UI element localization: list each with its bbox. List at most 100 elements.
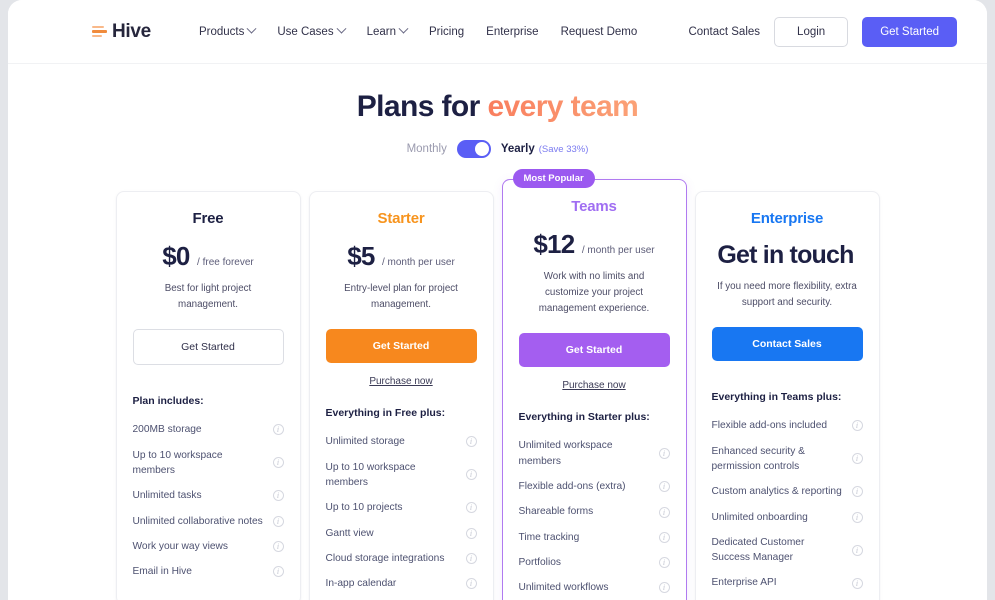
purchase-now-link[interactable]: Purchase now (519, 380, 670, 391)
plan-price: Get in touch (712, 241, 863, 270)
nav-item-label: Use Cases (277, 25, 334, 38)
feature-label: Unlimited onboarding (711, 511, 808, 523)
info-icon[interactable]: i (465, 436, 477, 448)
info-icon[interactable]: i (465, 578, 477, 590)
plan-price: $12 / month per user (519, 229, 670, 260)
info-icon[interactable]: i (851, 544, 863, 556)
info-icon[interactable]: i (272, 490, 284, 502)
info-icon[interactable]: i (272, 457, 284, 469)
feature-item: Custom analytics & reporting i (712, 479, 863, 504)
feature-label: Gantt view (325, 527, 374, 539)
hive-logo[interactable]: Hive (92, 21, 151, 43)
feature-item: Enhanced security & permission controls … (712, 439, 863, 480)
feature-label: Unlimited collaborative notes (132, 515, 263, 527)
nav-item-label: Products (198, 25, 245, 38)
feature-label: Unlimited workspace members (518, 440, 613, 467)
plan-price: $5 / month per user (326, 241, 477, 272)
info-icon[interactable]: i (851, 486, 863, 498)
feature-label: Custom analytics & reporting (711, 486, 842, 498)
plan-cta-button[interactable]: Contact Sales (711, 327, 863, 362)
feature-label: Unlimited tasks (132, 490, 202, 502)
nav-item-pricing[interactable]: Pricing (429, 26, 464, 38)
feature-item: Dedicated Customer Success Manager i (712, 530, 863, 571)
nav-item-request-demo[interactable]: Request Demo (561, 26, 638, 38)
feature-label: Work your way views (132, 540, 228, 552)
info-icon[interactable]: i (658, 481, 670, 493)
info-icon[interactable]: i (465, 552, 477, 564)
nav-item-enterprise[interactable]: Enterprise (486, 26, 538, 38)
billing-monthly-label[interactable]: Monthly (407, 143, 447, 155)
plan-name: Teams (571, 198, 617, 215)
plan-features-list: Unlimited workspace members i Flexible a… (519, 433, 670, 600)
billing-yearly-label[interactable]: Yearly (501, 143, 535, 155)
nav-item-label: Learn (366, 25, 396, 38)
info-icon[interactable]: i (851, 577, 863, 589)
plan-description: Work with no limits and customize your p… (538, 271, 650, 315)
feature-item: Portfolios i (519, 550, 670, 575)
feature-label: Portfolios (518, 556, 561, 568)
feature-item: Unlimited storage i (326, 429, 477, 454)
feature-label: Up to 10 workspace members (132, 449, 223, 476)
feature-item: Flexible add-ons (extra) i (519, 474, 670, 499)
feature-label: Up to 10 projects (325, 502, 403, 514)
plan-cta-button[interactable]: Get Started (325, 329, 477, 364)
info-icon[interactable]: i (272, 424, 284, 436)
plan-price-unit: / month per user (581, 245, 655, 256)
plan-cta-button[interactable]: Get Started (132, 329, 284, 366)
hive-logo-text: Hive (112, 20, 151, 42)
feature-item: Cloud storage integrations i (326, 546, 477, 571)
nav-item-products[interactable]: Products (198, 23, 257, 38)
purchase-now-link[interactable]: Purchase now (326, 376, 477, 387)
info-icon[interactable]: i (658, 582, 670, 594)
feature-item: Up to 10 projects i (326, 495, 477, 520)
nav-item-use-cases[interactable]: Use Cases (277, 23, 347, 38)
plan-features-list: 200MB storage i Up to 10 workspace membe… (133, 417, 284, 584)
browser-viewport: Hive Products Use Cases Learn Pricing En… (8, 0, 987, 600)
feature-item: Work your way views i (133, 534, 284, 559)
info-icon[interactable]: i (272, 515, 284, 527)
info-icon[interactable]: i (658, 506, 670, 518)
feature-label: Unlimited storage (325, 436, 405, 448)
plan-features-title: Everything in Free plus: (325, 407, 446, 420)
info-icon[interactable]: i (272, 566, 284, 578)
plan-price-amount: $12 (533, 229, 575, 259)
login-button[interactable]: Login (774, 16, 849, 47)
feature-item: Unlimited collaborative notes i (133, 509, 284, 534)
info-icon[interactable]: i (465, 502, 477, 514)
hive-logo-icon (92, 25, 107, 38)
contact-sales-link[interactable]: Contact Sales (688, 26, 760, 38)
info-icon[interactable]: i (851, 511, 863, 523)
billing-period-switch[interactable] (456, 140, 491, 158)
nav-item-learn[interactable]: Learn (366, 23, 409, 38)
feature-label: 200MB storage (132, 424, 202, 436)
info-icon[interactable]: i (465, 527, 477, 539)
info-icon[interactable]: i (465, 469, 477, 481)
feature-label: Flexible add-ons (extra) (518, 481, 626, 493)
feature-item: Unlimited tasks i (133, 483, 284, 508)
feature-label: Up to 10 workspace members (325, 461, 416, 488)
pricing-plans: Free $0 / free forever Best for light pr… (8, 169, 987, 600)
info-icon[interactable]: i (851, 420, 863, 432)
feature-item: Flexible add-ons included i (712, 413, 863, 438)
feature-item: Unlimited onboarding i (712, 505, 863, 530)
chevron-down-icon (246, 23, 257, 34)
info-icon[interactable]: i (272, 540, 284, 552)
feature-item: Unlimited workflows i (519, 575, 670, 600)
plan-card-free: Free $0 / free forever Best for light pr… (115, 191, 301, 600)
get-started-button[interactable]: Get Started (862, 16, 957, 47)
plan-card-enterprise: Enterprise Get in touch If you need more… (694, 191, 880, 600)
info-icon[interactable]: i (658, 448, 670, 460)
info-icon[interactable]: i (851, 453, 863, 465)
plan-cta-button[interactable]: Get Started (518, 333, 670, 368)
info-icon[interactable]: i (658, 557, 670, 569)
switch-knob (474, 142, 489, 156)
feature-item: 200MB storage i (133, 417, 284, 442)
feature-label: Cloud storage integrations (325, 552, 445, 564)
info-icon[interactable]: i (658, 531, 670, 543)
plan-name: Free (192, 210, 224, 227)
plan-price-amount: $0 (162, 241, 190, 271)
feature-label: Shareable forms (518, 506, 594, 518)
chevron-down-icon (398, 23, 409, 34)
plan-price: $0 / free forever (133, 241, 284, 272)
main-nav: Products Use Cases Learn Pricing Enterpr… (198, 23, 638, 38)
